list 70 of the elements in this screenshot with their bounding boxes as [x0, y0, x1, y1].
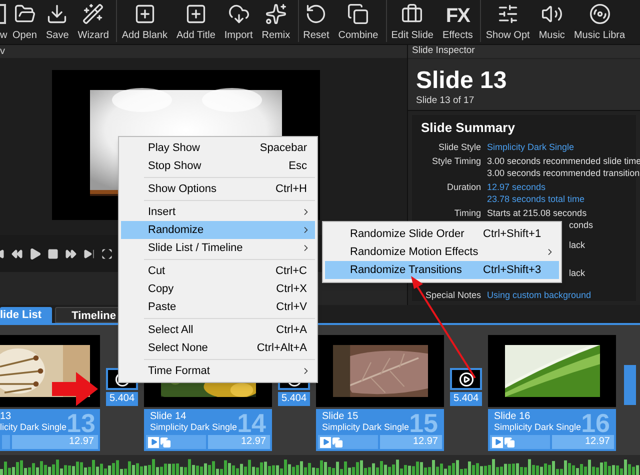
toolbar-button[interactable]: Add Title: [172, 0, 220, 42]
field-label: Slide Style: [438, 141, 481, 153]
toolbar-button[interactable]: Save: [41, 0, 74, 42]
slide-style: Simplicity Dark Single: [322, 422, 410, 433]
slide-name: Slide 15: [322, 411, 360, 422]
toolbar-button[interactable]: Combine: [334, 0, 383, 42]
slide-number: 13: [66, 409, 96, 435]
menu-item[interactable]: Randomize Motion Effects: [325, 243, 559, 261]
toolbar-button[interactable]: Reset: [298, 0, 334, 42]
slide-number: 15: [409, 409, 438, 435]
toolbar-button[interactable]: FX Effects: [438, 0, 478, 42]
section-heading: Slide Summary: [421, 120, 516, 136]
shortcut-text: Ctrl+C: [276, 264, 308, 279]
menu-item[interactable]: Randomize: [121, 221, 315, 239]
shortcut-text: Ctrl+X: [276, 282, 308, 297]
field-link[interactable]: Using custom background: [487, 289, 592, 301]
field-link[interactable]: Simplicity Dark Single: [487, 141, 574, 153]
shortcut-text: Ctrl+Alt+A: [256, 340, 308, 356]
field-link[interactable]: 23.78 seconds total time: [487, 193, 585, 205]
shortcut-text: Ctrl+A: [276, 322, 308, 338]
toolbar-button[interactable]: Music: [534, 0, 570, 42]
shortcut-text: Ctrl+Shift+1: [483, 226, 542, 242]
field-value: Starts at 215.08 seconds: [487, 207, 587, 219]
field-value: 3.00 seconds recommended transition: [487, 167, 640, 179]
slide-number: 16: [581, 409, 610, 435]
menu-item[interactable]: Randomize Transitions Ctrl+Shift+3: [325, 261, 559, 279]
shortcut-text: Ctrl+V: [276, 300, 308, 315]
menu-item[interactable]: Select All Ctrl+A: [121, 321, 315, 339]
field-value: conds: [569, 219, 594, 231]
menu-item[interactable]: Randomize Slide Order Ctrl+Shift+1: [325, 225, 559, 243]
menu-item[interactable]: Cut Ctrl+C: [121, 262, 315, 280]
toolbar-button[interactable]: Remix: [257, 0, 295, 42]
toolbar-button[interactable]: Add Blank: [116, 0, 172, 42]
menu-item[interactable]: Slide List / Timeline: [121, 239, 315, 257]
field-label: Style Timing: [432, 155, 481, 168]
menu-item[interactable]: Select None Ctrl+Alt+A: [121, 339, 315, 357]
toolbar-button[interactable]: Edit Slide: [386, 0, 438, 42]
slide-number: 14: [237, 409, 266, 435]
slide-title: Slide 13: [416, 69, 508, 93]
shortcut-text: Esc: [288, 158, 308, 174]
slide-name: Slide 14: [150, 411, 188, 422]
field-link[interactable]: 12.97 seconds: [487, 181, 546, 193]
toolbar-button[interactable]: Music Libra: [569, 0, 630, 42]
slide-name: Slide 16: [494, 411, 532, 422]
menu-item[interactable]: Time Format: [121, 362, 315, 380]
menu-item[interactable]: Show Options Ctrl+H: [121, 180, 315, 198]
shortcut-text: Ctrl+H: [276, 182, 308, 197]
field-label: Duration: [446, 181, 481, 194]
panel-title: v: [0, 46, 5, 57]
slide-style: licity Dark Single: [0, 422, 67, 433]
shortcut-text: Spacebar: [260, 140, 308, 156]
field-value: lack: [569, 267, 586, 279]
shortcut-text: Ctrl+Shift+3: [483, 262, 542, 278]
toolbar-button[interactable]: Import: [220, 0, 258, 42]
slide-style: Simplicity Dark Single: [150, 422, 238, 433]
menu-item[interactable]: Insert: [121, 203, 315, 221]
toolbar-button[interactable]: Show Opt: [480, 0, 534, 42]
toolbar-button[interactable]: w: [0, 0, 8, 42]
menu-item[interactable]: Play Show Spacebar: [121, 139, 315, 157]
toolbar-button[interactable]: Wizard: [73, 0, 114, 42]
menu-item[interactable]: Stop Show Esc: [121, 157, 315, 175]
slide-name: 13: [0, 411, 12, 422]
field-label: Special Notes: [425, 289, 481, 301]
field-value: lack: [569, 239, 586, 251]
field-label: Timing: [454, 207, 481, 220]
panel-title: Slide Inspector: [412, 44, 475, 58]
fx-icon: FX: [446, 5, 470, 27]
slide-subtitle: Slide 13 of 17: [416, 95, 476, 107]
slide-style: Simplicity Dark Single: [494, 422, 582, 433]
toolbar-button[interactable]: Open: [8, 0, 42, 42]
